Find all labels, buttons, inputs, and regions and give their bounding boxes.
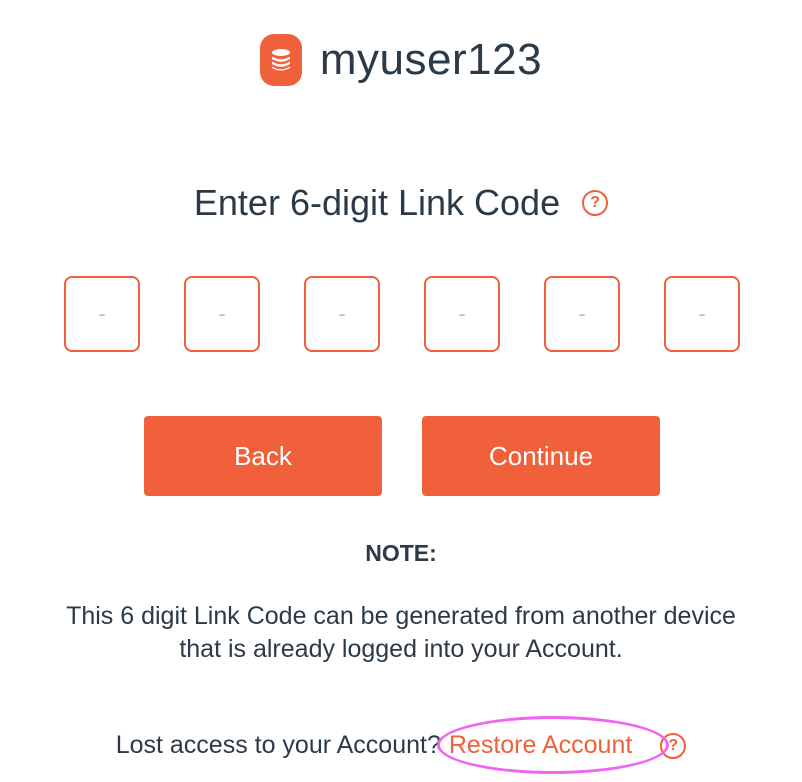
restore-account-link[interactable]: Restore Account — [449, 731, 632, 759]
help-circle-icon[interactable]: ? — [582, 190, 609, 216]
note-heading: NOTE: — [365, 540, 437, 566]
footer: Lost access to your Account? Restore Acc… — [0, 716, 802, 774]
lost-access-prompt: Lost access to your Account? — [115, 731, 441, 759]
note-text: This 6 digit Link Code can be generated … — [0, 600, 802, 666]
code-digit-4[interactable] — [424, 276, 500, 352]
note-line-1: This 6 digit Link Code can be generated … — [66, 602, 736, 630]
title-row: Enter 6-digit Link Code ? — [0, 182, 802, 224]
username: myuser123 — [319, 35, 543, 84]
code-digit-1[interactable] — [64, 276, 140, 352]
restore-account-wrapper: Restore Account — [436, 716, 669, 774]
code-digit-3[interactable] — [304, 276, 380, 352]
page-title: Enter 6-digit Link Code — [193, 182, 561, 223]
link-code-inputs — [64, 276, 740, 352]
database-icon — [259, 34, 302, 86]
continue-button[interactable]: Continue — [422, 416, 660, 496]
code-digit-6[interactable] — [664, 276, 740, 352]
help-circle-icon[interactable]: ? — [660, 732, 687, 759]
code-digit-2[interactable] — [184, 276, 260, 352]
button-row: Back Continue — [144, 416, 660, 496]
header: myuser123 — [0, 34, 802, 86]
note-line-2: that is already logged into your Account… — [179, 635, 623, 663]
back-button[interactable]: Back — [144, 416, 382, 496]
code-digit-5[interactable] — [544, 276, 620, 352]
